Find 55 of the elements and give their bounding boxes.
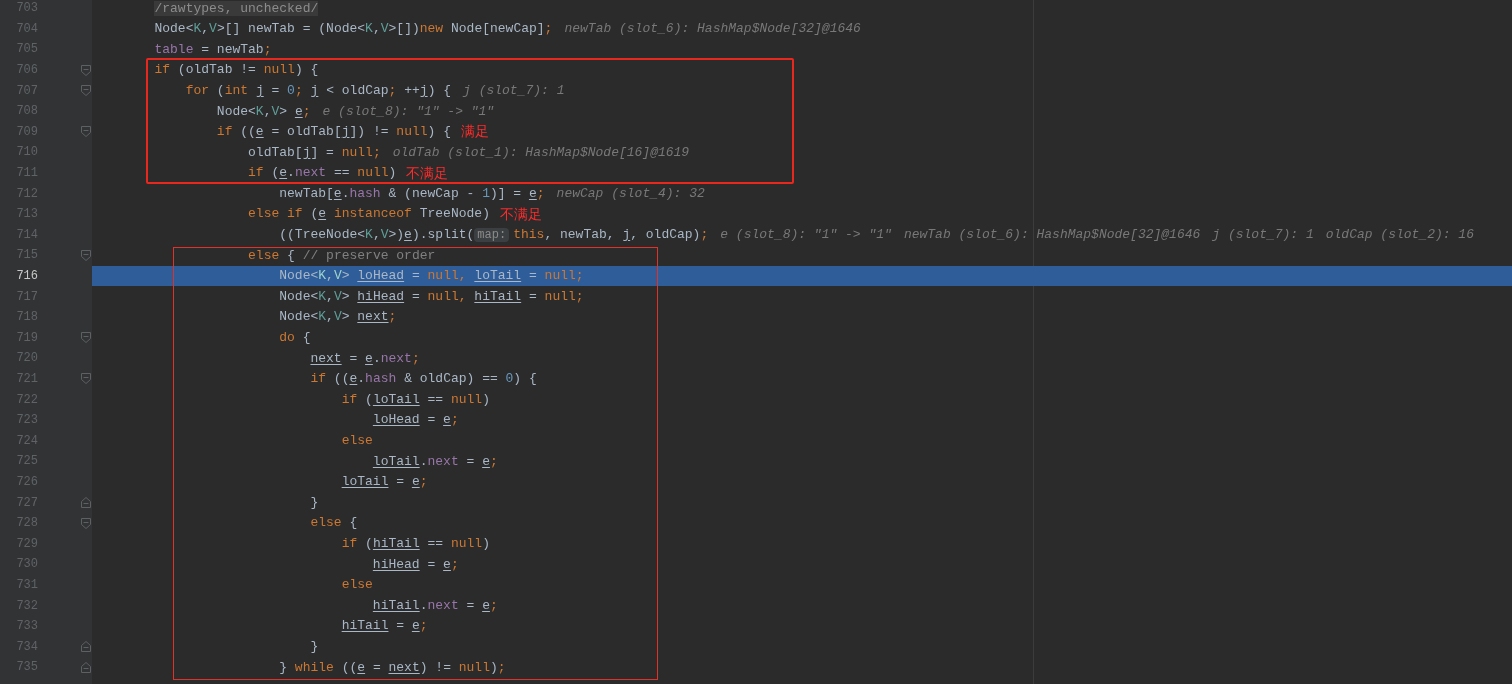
fold-marker-icon[interactable] bbox=[81, 497, 91, 509]
debug-value-hint: newCap (slot_4): 32 bbox=[556, 184, 705, 203]
code-line: table = newTab; bbox=[153, 40, 272, 59]
code-line: Node<K,V>[] newTab = (Node<K,V>[])new Node[newCap]; bbox=[153, 20, 553, 39]
debug-value-hint: j (slot_7): 1 bbox=[463, 81, 565, 100]
code-line: if (oldTab != null) { bbox=[153, 61, 319, 80]
code-line: if (hiTail == null) bbox=[340, 535, 490, 553]
code-line: do { bbox=[278, 329, 311, 348]
code-line: } while ((e = next) != null); bbox=[278, 658, 506, 677]
code-line: else if (e instanceof TreeNode) bbox=[247, 205, 490, 224]
code-line: loTail.next = e; bbox=[371, 452, 498, 471]
code-line: loHead = e; bbox=[371, 411, 459, 430]
code-line: if ((e = oldTab[j]) != null) { bbox=[215, 123, 451, 142]
fold-marker-icon[interactable] bbox=[81, 332, 91, 344]
code-line: ((TreeNode<K,V>)e).split( map: this, newTab, j, oldCap); bbox=[278, 226, 709, 245]
code-line: } bbox=[309, 637, 319, 656]
code-line: if ((e.hash & oldCap) == 0) { bbox=[309, 370, 537, 389]
code-line: else bbox=[340, 432, 373, 450]
fold-marker-icon[interactable] bbox=[81, 64, 91, 76]
code-line: loTail = e; bbox=[340, 473, 428, 492]
code-line: else { bbox=[309, 514, 358, 533]
fold-marker-icon[interactable] bbox=[81, 126, 91, 138]
code-line: Node<K,V> hiHead = null, hiTail = null; bbox=[278, 287, 584, 306]
code-line: Node<K,V> next; bbox=[278, 308, 397, 327]
fold-marker-icon[interactable] bbox=[81, 661, 91, 673]
code-line: hiTail = e; bbox=[340, 617, 428, 636]
annotation-note: 满足 bbox=[460, 122, 489, 142]
code-line: else { // preserve order bbox=[247, 246, 436, 265]
debug-value-hint: j (slot_7): 1 bbox=[1212, 226, 1314, 245]
annotation-note: 不满足 bbox=[406, 163, 449, 183]
code-line: oldTab[j] = null; bbox=[247, 143, 381, 162]
code-line: } bbox=[309, 493, 319, 512]
debug-value-hint: newTab (slot_6): HashMap$Node[32]@1646 bbox=[564, 20, 861, 39]
fold-marker-icon[interactable] bbox=[81, 641, 91, 653]
code-line: Node<K,V> e; bbox=[215, 102, 311, 121]
code-line: newTab[e.hash & (newCap - 1)] = e; bbox=[278, 184, 545, 203]
code-line: if (e.next == null) bbox=[247, 164, 397, 183]
code-line: else bbox=[340, 576, 373, 595]
code-line: hiHead = e; bbox=[371, 555, 459, 574]
line-number: 716 bbox=[15, 268, 38, 285]
code-line: hiTail.next = e; bbox=[371, 596, 498, 615]
fold-marker-icon[interactable] bbox=[81, 85, 91, 97]
debug-value-hint: e (slot_8): "1" -> "1" bbox=[720, 226, 892, 245]
code-line: if (loTail == null) bbox=[340, 390, 490, 409]
debug-value-hint: e (slot_8): "1" -> "1" bbox=[322, 102, 495, 121]
code-line: for (int j = 0; j < oldCap; ++j) { bbox=[184, 81, 452, 100]
fold-marker-icon[interactable] bbox=[81, 373, 91, 385]
fold-marker-icon[interactable] bbox=[81, 249, 91, 261]
code-line: Node<K,V> loHead = null, loTail = null; bbox=[278, 267, 584, 286]
fold-marker-icon[interactable] bbox=[81, 517, 91, 529]
debug-value-hint: newTab (slot_6): HashMap$Node[32]@1646 bbox=[903, 226, 1201, 245]
code-line: next = e.next; bbox=[309, 349, 420, 368]
annotation-note: 不满足 bbox=[499, 204, 542, 224]
debug-value-hint: oldTab (slot_1): HashMap$Node[16]@1619 bbox=[392, 143, 690, 162]
debug-value-hint: oldCap (slot_2): 16 bbox=[1325, 226, 1474, 245]
